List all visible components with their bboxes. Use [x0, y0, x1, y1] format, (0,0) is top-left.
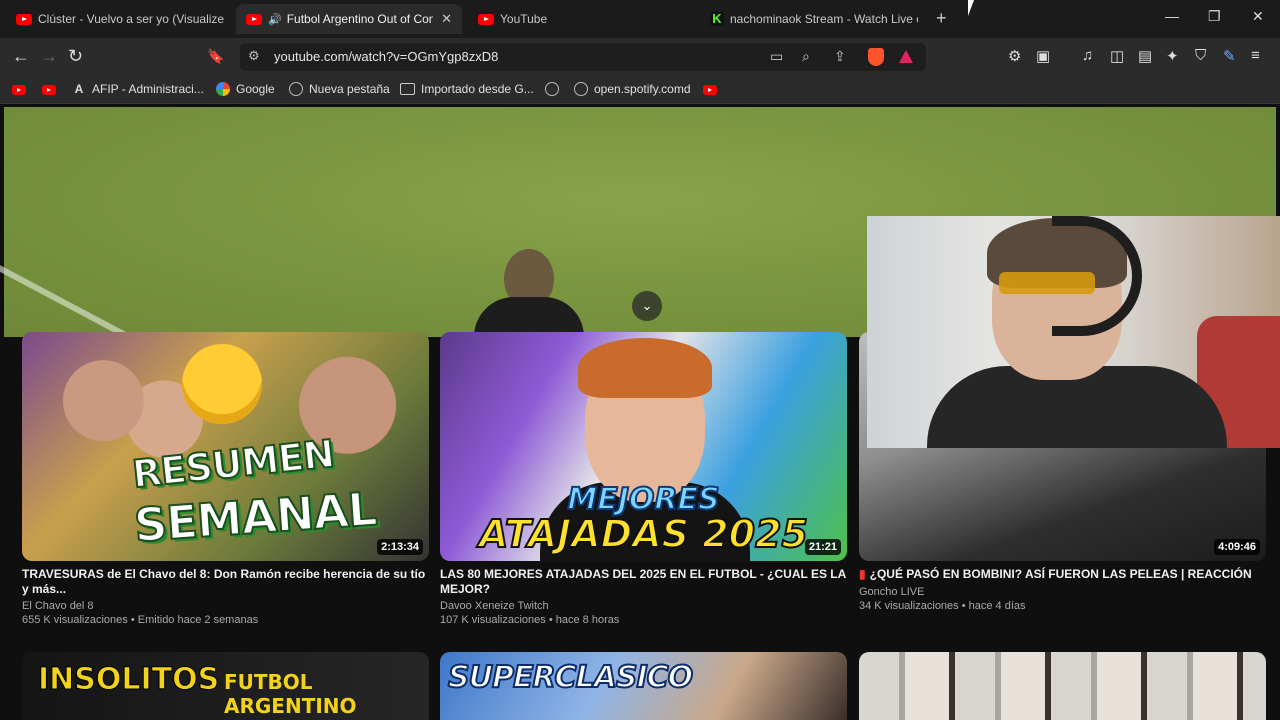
bookmark-folder-importado[interactable]: Importado desde G...: [400, 82, 534, 96]
tab-strip: Clúster - Vuelvo a ser yo (Visualizer C …: [0, 0, 1280, 38]
video-title[interactable]: ▮ ¿QUÉ PASÓ EN BOMBINI? ASÍ FUERON LAS PE…: [859, 567, 1266, 582]
new-tab-button[interactable]: +: [936, 8, 947, 29]
maximize-button[interactable]: ❐: [1208, 8, 1221, 25]
reload-button[interactable]: ↻: [68, 46, 83, 67]
video-thumbnail[interactable]: INSOLITOS FUTBOL ARGENTINO: [22, 652, 429, 720]
bookmarks-bar: A AFIP - Administraci... Google Nueva pe…: [0, 76, 1280, 104]
back-button[interactable]: ←: [12, 46, 30, 67]
youtube-icon: [12, 85, 26, 95]
bookmark-google[interactable]: Google: [216, 82, 275, 96]
video-thumbnail[interactable]: MEJORES ATAJADAS 2025 21:21: [440, 332, 847, 561]
tab-cluster[interactable]: Clúster - Vuelvo a ser yo (Visualizer C: [6, 4, 234, 34]
leo-icon[interactable]: ✦: [1166, 47, 1179, 65]
tab-search-icon[interactable]: ▣: [1036, 47, 1050, 65]
bookmark-label: Google: [236, 82, 275, 96]
tab-label: Futbol Argentino Out of Cont: [286, 12, 434, 26]
wallet-icon[interactable]: ▤: [1138, 47, 1152, 65]
folder-icon: [400, 83, 415, 95]
video-card[interactable]: RESUMEN SEMANAL 2:13:34 TRAVESURAS de El…: [22, 332, 429, 632]
youtube-page: ⌄ RESUMEN SEMANAL 2:13:34 TRAVESURAS de …: [0, 105, 1280, 720]
duration-badge: 2:13:34: [377, 539, 423, 555]
forward-button[interactable]: →: [40, 46, 58, 67]
bookmark-label: open.spotify.comd: [594, 82, 691, 96]
video-card[interactable]: MEJORES ATAJADAS 2025 21:21 LAS 80 MEJOR…: [440, 332, 847, 632]
bookmark-youtube[interactable]: [703, 85, 717, 95]
speaker-icon[interactable]: 🔊: [268, 13, 282, 26]
tab-label: Clúster - Vuelvo a ser yo (Visualizer C: [38, 12, 224, 26]
video-thumbnail[interactable]: RESUMEN SEMANAL 2:13:34: [22, 332, 429, 561]
media-icon[interactable]: ♫: [1082, 47, 1093, 64]
tab-label: YouTube: [500, 12, 548, 26]
url-text[interactable]: youtube.com/watch?v=OGmYgp8zxD8: [274, 49, 498, 64]
address-bar[interactable]: ⚙ youtube.com/watch?v=OGmYgp8zxD8 ▭ ⌕ ⇪: [240, 43, 926, 71]
google-icon: [216, 82, 230, 96]
globe-icon: [574, 82, 588, 96]
edit-icon[interactable]: ✎: [1223, 47, 1236, 65]
channel-name[interactable]: El Chavo del 8: [22, 600, 94, 612]
duration-badge: 4:09:46: [1214, 539, 1260, 555]
thumbnail-text: ATAJADAS 2025: [478, 511, 809, 557]
thumbnail-text: SUPERCLASICO: [447, 659, 694, 696]
close-tab-icon[interactable]: ✕: [441, 11, 452, 27]
title-prefix-icon: ▮: [859, 567, 866, 581]
headset-icon: [1052, 216, 1142, 336]
chevron-down-icon[interactable]: ⌄: [632, 291, 662, 321]
globe-icon: [545, 82, 559, 96]
youtube-icon: [42, 85, 56, 95]
vpn-icon[interactable]: ⛉: [1195, 47, 1206, 64]
bookmark-youtube[interactable]: [42, 85, 56, 95]
bookmark-afip[interactable]: A AFIP - Administraci...: [72, 82, 204, 96]
thumbnail-image: [578, 338, 712, 398]
youtube-icon: [478, 13, 494, 25]
channel-name[interactable]: Davoo Xeneize Twitch: [440, 600, 549, 612]
bookmark-youtube[interactable]: [12, 85, 26, 95]
bookmark-label: Importado desde G...: [421, 82, 534, 96]
extensions-icon[interactable]: ⚙: [1008, 47, 1021, 65]
video-title[interactable]: LAS 80 MEJORES ATAJADAS DEL 2025 EN EL F…: [440, 567, 847, 597]
browser-toolbar: ← → ↻ 🔖 ⚙ youtube.com/watch?v=OGmYgp8zxD…: [0, 38, 1280, 76]
bookmark-icon[interactable]: 🔖: [207, 48, 224, 65]
tab-label: nachominaok Stream - Watch Live on: [730, 12, 918, 26]
brave-rewards-icon[interactable]: [899, 50, 913, 63]
video-meta: 107 K visualizaciones • hace 8 horas: [440, 614, 620, 626]
tab-kick-stream[interactable]: K nachominaok Stream - Watch Live on: [700, 4, 928, 34]
globe-icon: [289, 82, 303, 96]
bookmark-nueva-pestana[interactable]: Nueva pestaña: [289, 82, 390, 96]
youtube-icon: [246, 13, 262, 25]
youtube-icon: [16, 13, 32, 25]
video-thumbnail[interactable]: [859, 652, 1266, 720]
menu-icon[interactable]: ≡: [1251, 47, 1260, 64]
afip-icon: A: [74, 82, 84, 96]
kick-icon: K: [710, 12, 724, 26]
bookmark-label: Nueva pestaña: [309, 82, 390, 96]
tab-youtube[interactable]: YouTube: [468, 4, 700, 34]
video-title[interactable]: TRAVESURAS de El Chavo del 8: Don Ramón …: [22, 567, 429, 597]
laughing-emoji-icon: [182, 344, 262, 424]
bookmark-label: AFIP - Administraci...: [92, 82, 204, 96]
tab-futbol-argentino[interactable]: 🔊 Futbol Argentino Out of Cont ✕: [236, 4, 462, 34]
bookmark-spotify[interactable]: open.spotify.comd: [574, 82, 691, 96]
brave-shields-icon[interactable]: [868, 48, 884, 66]
thumbnail-text: INSOLITOS: [37, 662, 220, 698]
webcam-overlay: [867, 216, 1280, 448]
player-figure: [474, 297, 584, 337]
video-thumbnail[interactable]: SUPERCLASICO: [440, 652, 847, 720]
minimize-button[interactable]: —: [1165, 8, 1179, 24]
youtube-icon: [703, 85, 717, 95]
site-settings-icon[interactable]: ⚙: [248, 48, 260, 64]
video-meta: 34 K visualizaciones • hace 4 días: [859, 600, 1026, 612]
thumbnail-text: FUTBOL ARGENTINO: [224, 670, 357, 718]
zoom-icon[interactable]: ⌕: [802, 48, 810, 65]
mouse-cursor-icon: [968, 0, 980, 16]
close-window-button[interactable]: ✕: [1252, 8, 1264, 25]
video-meta: 655 K visualizaciones • Emitido hace 2 s…: [22, 614, 259, 626]
bookmark-globe[interactable]: [545, 82, 565, 96]
sidebar-icon[interactable]: ◫: [1110, 47, 1124, 65]
cast-icon[interactable]: ▭: [770, 48, 783, 65]
channel-name[interactable]: Goncho LIVE: [859, 586, 924, 598]
video-title-text: ¿QUÉ PASÓ EN BOMBINI? ASÍ FUERON LAS PEL…: [869, 567, 1252, 581]
share-icon[interactable]: ⇪: [834, 48, 846, 65]
duration-badge: 21:21: [804, 539, 841, 555]
